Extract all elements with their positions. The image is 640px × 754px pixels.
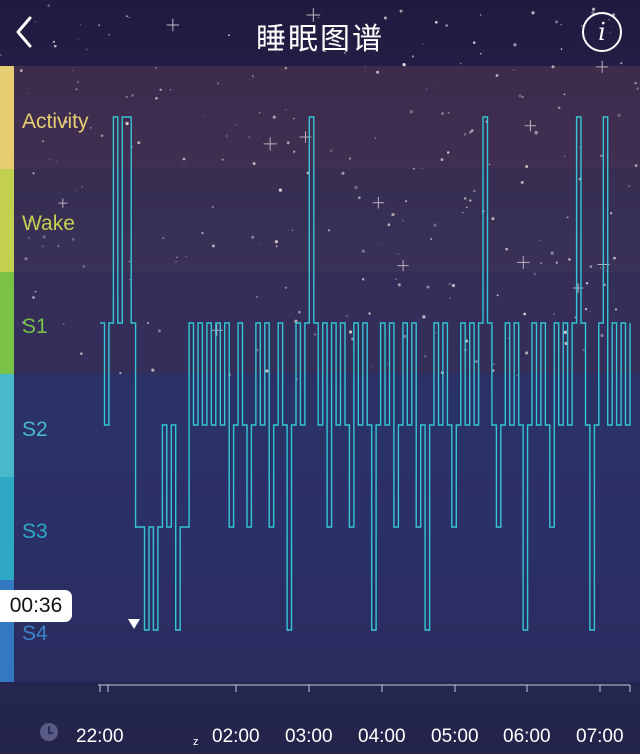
tick-label-05: 05:00 bbox=[431, 726, 479, 747]
sleep-chart-screen: Activity Wake S1 S2 S3 S4 睡眠图谱 i 00:36 2… bbox=[0, 0, 640, 754]
hypnogram-plot[interactable] bbox=[0, 0, 640, 754]
sleep-stage-line bbox=[100, 116, 631, 631]
clock-icon bbox=[40, 723, 58, 741]
tick-label-06: 06:00 bbox=[503, 726, 551, 747]
header: 睡眠图谱 i bbox=[0, 0, 640, 66]
tick-label-07: 07:00 bbox=[576, 726, 624, 747]
info-icon[interactable]: i bbox=[598, 18, 606, 46]
tick-label-22: 22:00 bbox=[76, 726, 124, 747]
tick-label-03: 03:00 bbox=[285, 726, 333, 747]
x-axis-ticks bbox=[99, 685, 631, 692]
time-marker-triangle[interactable] bbox=[128, 619, 140, 629]
moon-icon: z bbox=[193, 736, 199, 748]
tick-label-04: 04:00 bbox=[358, 726, 406, 747]
tick-label-02: 02:00 bbox=[212, 726, 260, 747]
selected-time-badge: 00:36 bbox=[0, 590, 72, 622]
page-title: 睡眠图谱 bbox=[256, 23, 384, 56]
info-button[interactable]: i bbox=[582, 12, 622, 52]
